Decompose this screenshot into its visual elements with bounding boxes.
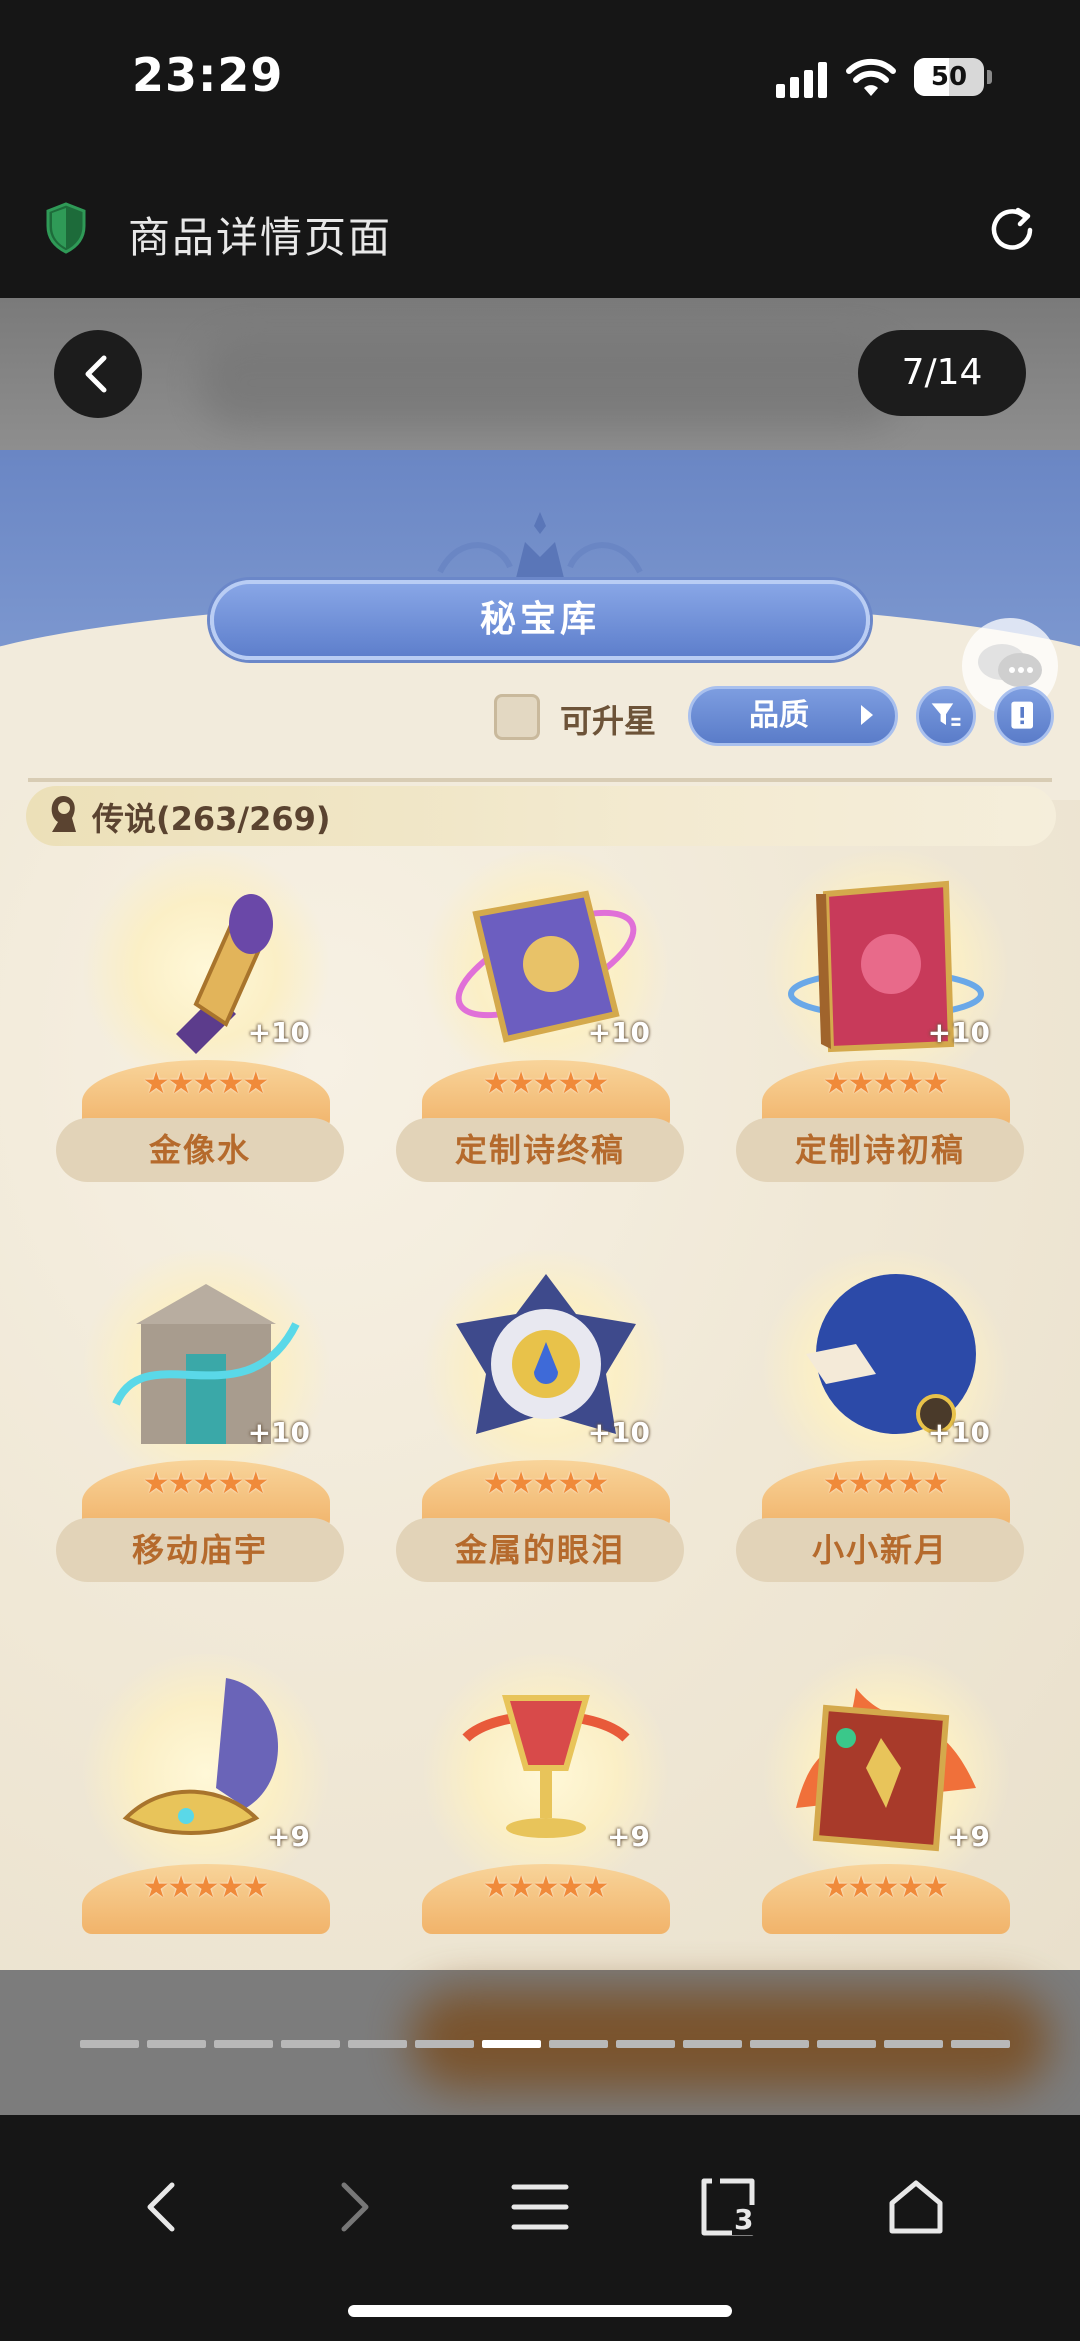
item-card[interactable]: ★★★★★ +9 [396, 1654, 696, 1970]
item-card[interactable]: ★★★★★ +10 移动庙宇 [56, 1250, 356, 1610]
upgradable-label: 可升星 [560, 702, 657, 740]
item-name: 移动庙宇 [131, 1531, 268, 1569]
viewer-back-button[interactable] [54, 330, 142, 418]
cellular-signal-icon [776, 62, 827, 98]
home-indicator[interactable] [348, 2305, 732, 2317]
clock: 23:29 [132, 48, 284, 102]
game-screenshot[interactable]: 秘宝库 可升星 品质 传说(263/269) ★★★★★ +10 金像水 ★★★… [0, 450, 1080, 1970]
item-name-pill: 金像水 [56, 1118, 344, 1182]
page-indicator-segment [817, 2040, 876, 2048]
quality-label: 品质 [749, 698, 809, 733]
filter-button[interactable] [916, 686, 976, 746]
star-rating: ★★★★★ [142, 1466, 269, 1501]
vault-title-plate: 秘宝库 [210, 580, 870, 660]
collection-book-button[interactable] [994, 686, 1054, 746]
wifi-icon [846, 58, 896, 96]
page-indicator-segment [482, 2040, 541, 2048]
item-name: 定制诗初稿 [794, 1131, 965, 1169]
item-name: 金像水 [148, 1131, 251, 1169]
item-name-pill: 移动庙宇 [56, 1518, 344, 1582]
page-indicator-segment [80, 2040, 139, 2048]
page-indicator-segment [750, 2040, 809, 2048]
item-name: 定制诗终稿 [454, 1131, 625, 1169]
enhance-level: +10 [247, 1416, 310, 1449]
divider [28, 778, 1052, 782]
filter-icon [931, 703, 961, 726]
item-name-pill: 小小新月 [736, 1518, 1024, 1582]
battery-icon: 50 [914, 58, 992, 96]
legendary-count: 传说(263/269) [92, 800, 331, 838]
enhance-level: +10 [247, 1016, 310, 1049]
page-indicator-segment [415, 2040, 474, 2048]
tab-count: 3 [732, 2203, 756, 2236]
enhance-level: +9 [947, 1820, 990, 1853]
upgradable-checkbox[interactable] [494, 694, 540, 740]
enhance-level: +10 [587, 1016, 650, 1049]
star-rating: ★★★★★ [822, 1870, 949, 1905]
star-rating: ★★★★★ [822, 1466, 949, 1501]
item-name: 金属的眼泪 [454, 1531, 625, 1569]
page-indicator-segment [683, 2040, 742, 2048]
page-indicator-segment [214, 2040, 273, 2048]
page-indicator-segment [884, 2040, 943, 2048]
item-card[interactable]: ★★★★★ +10 金属的眼泪 [396, 1250, 696, 1610]
quality-sort-button[interactable]: 品质 [688, 686, 898, 746]
home-icon[interactable] [886, 2177, 946, 2237]
browser-header: 商品详情页面 [0, 160, 1080, 298]
star-rating: ★★★★★ [822, 1066, 949, 1101]
tabs-button[interactable]: 3 [698, 2177, 758, 2237]
item-name-pill: 定制诗终稿 [396, 1118, 684, 1182]
star-rating: ★★★★★ [142, 1066, 269, 1101]
star-rating: ★★★★★ [482, 1466, 609, 1501]
star-rating: ★★★★★ [482, 1066, 609, 1101]
shield-icon[interactable] [44, 202, 88, 254]
page-indicator-segment [348, 2040, 407, 2048]
back-arrow-icon[interactable] [134, 2177, 194, 2237]
item-card[interactable]: ★★★★★ +10 定制诗终稿 [396, 850, 696, 1210]
reload-icon[interactable] [986, 204, 1038, 256]
item-name: 小小新月 [811, 1531, 948, 1569]
page-indicator-segment [281, 2040, 340, 2048]
page-indicator-segment [549, 2040, 608, 2048]
page-indicator-segment [951, 2040, 1010, 2048]
page-indicator-segment [616, 2040, 675, 2048]
status-bar: 23:29 50 [0, 0, 1080, 160]
image-counter: 7/14 [858, 330, 1026, 416]
star-rating: ★★★★★ [482, 1870, 609, 1905]
enhance-level: +10 [927, 1016, 990, 1049]
chevron-right-icon [861, 705, 873, 725]
item-name-pill: 定制诗初稿 [736, 1118, 1024, 1182]
item-card[interactable]: ★★★★★ +9 [56, 1654, 356, 1970]
item-card[interactable]: ★★★★★ +10 小小新月 [736, 1250, 1036, 1610]
item-card[interactable]: ★★★★★ +9 [736, 1654, 1036, 1970]
battery-level: 50 [930, 62, 968, 92]
star-rating: ★★★★★ [142, 1870, 269, 1905]
menu-icon[interactable] [510, 2177, 570, 2237]
item-name-pill: 金属的眼泪 [396, 1518, 684, 1582]
enhance-level: +10 [927, 1416, 990, 1449]
enhance-level: +10 [587, 1416, 650, 1449]
book-icon [1011, 701, 1033, 729]
page-title: 商品详情页面 [128, 213, 393, 262]
item-card[interactable]: ★★★★★ +10 定制诗初稿 [736, 850, 1036, 1210]
forward-arrow-icon[interactable] [322, 2177, 382, 2237]
legendary-gem-icon [51, 796, 76, 832]
enhance-level: +9 [607, 1820, 650, 1853]
chevron-left-icon [85, 355, 107, 393]
vault-title: 秘宝库 [479, 599, 600, 640]
item-card[interactable]: ★★★★★ +10 金像水 [56, 850, 356, 1210]
enhance-level: +9 [267, 1820, 310, 1853]
page-indicator [80, 2040, 1010, 2048]
page-indicator-segment [147, 2040, 206, 2048]
